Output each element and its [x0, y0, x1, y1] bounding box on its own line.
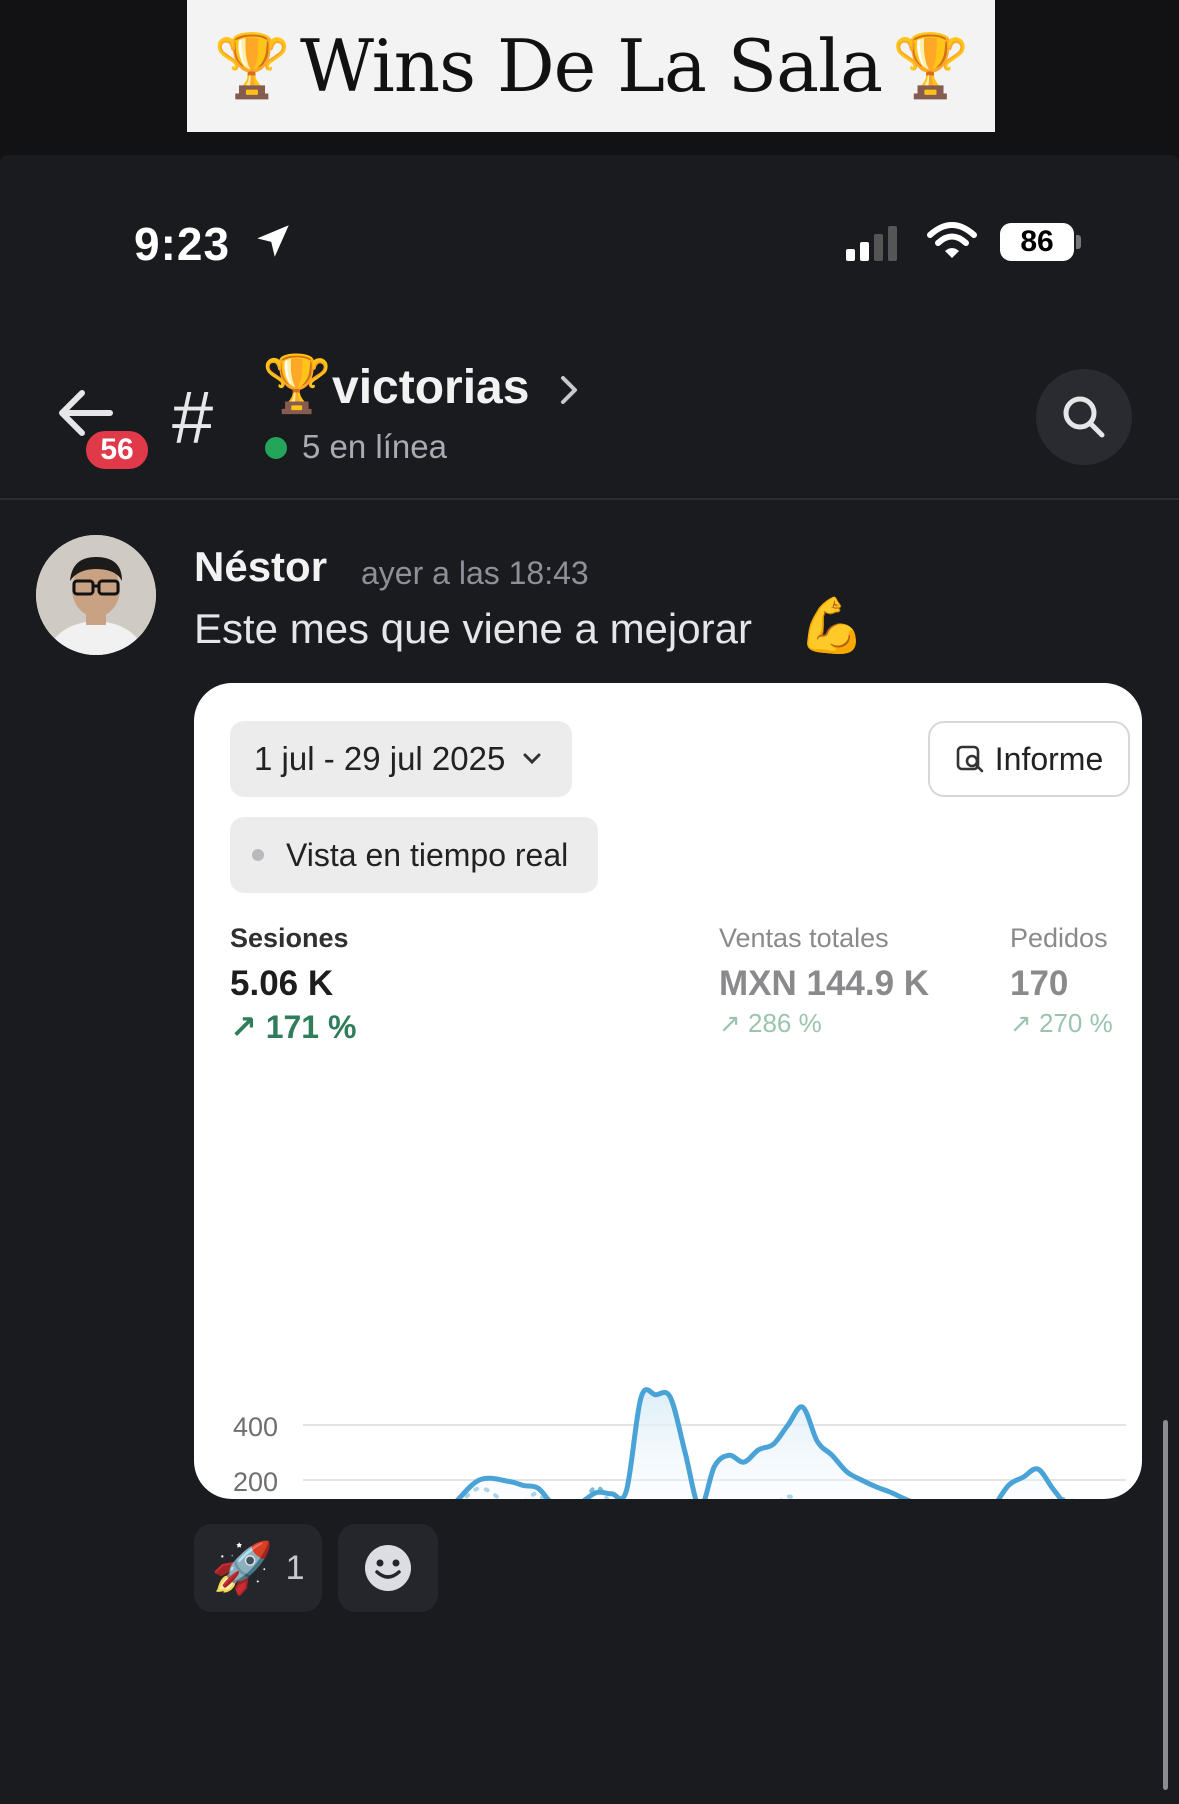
- channel-trophy-emoji: 🏆: [262, 352, 332, 415]
- chevron-right-icon[interactable]: [555, 370, 583, 410]
- trophy-emoji: 🏆: [892, 29, 969, 102]
- trophy-emoji: 🏆: [213, 29, 291, 102]
- wifi-icon: [927, 222, 977, 258]
- battery-level: 86: [1000, 223, 1074, 261]
- message-author[interactable]: Néstor: [194, 543, 327, 591]
- avatar[interactable]: [36, 535, 156, 655]
- battery-tip: [1076, 235, 1081, 249]
- flexed-biceps-emoji: 💪: [798, 596, 866, 656]
- add-reaction-button[interactable]: [338, 1524, 438, 1612]
- banner-title: Wins De La Sala: [299, 24, 883, 108]
- hash-icon: #: [172, 376, 214, 459]
- cellular-signal-icon: [846, 225, 897, 261]
- online-count: 5 en línea: [302, 428, 447, 465]
- unread-badge: 56: [82, 427, 152, 473]
- rocket-emoji: 🚀: [211, 1539, 274, 1596]
- sessions-line-chart: 02004001 jul11 jul21 jul: [233, 1387, 1126, 1499]
- message-text: Este mes que viene a mejorar: [194, 605, 752, 652]
- phone-screen: 9:23 86 56 # 🏆 victorias 5 en línea Nést…: [0, 155, 1179, 1804]
- search-button[interactable]: [1036, 369, 1132, 465]
- online-status-dot: [265, 437, 287, 459]
- message-timestamp: ayer a las 18:43: [361, 555, 589, 591]
- y-tick-label: 400: [233, 1412, 278, 1442]
- location-arrow-icon: [257, 225, 289, 257]
- smiley-icon: [365, 1545, 411, 1591]
- reaction-rocket[interactable]: 🚀 1: [194, 1524, 322, 1612]
- reaction-count: 1: [285, 1548, 305, 1587]
- status-time: 9:23: [134, 218, 231, 270]
- header-divider: [0, 498, 1179, 500]
- search-icon: [1063, 396, 1105, 438]
- title-banner: 🏆 Wins De La Sala 🏆: [187, 0, 995, 132]
- attachment-image[interactable]: 1 jul - 29 jul 2025 Informe Vista en tie…: [194, 683, 1142, 1499]
- y-tick-label: 200: [233, 1467, 278, 1497]
- sessions-area: [458, 1389, 1061, 1499]
- channel-name[interactable]: victorias: [332, 360, 529, 415]
- scrollbar[interactable]: [1163, 1420, 1168, 1790]
